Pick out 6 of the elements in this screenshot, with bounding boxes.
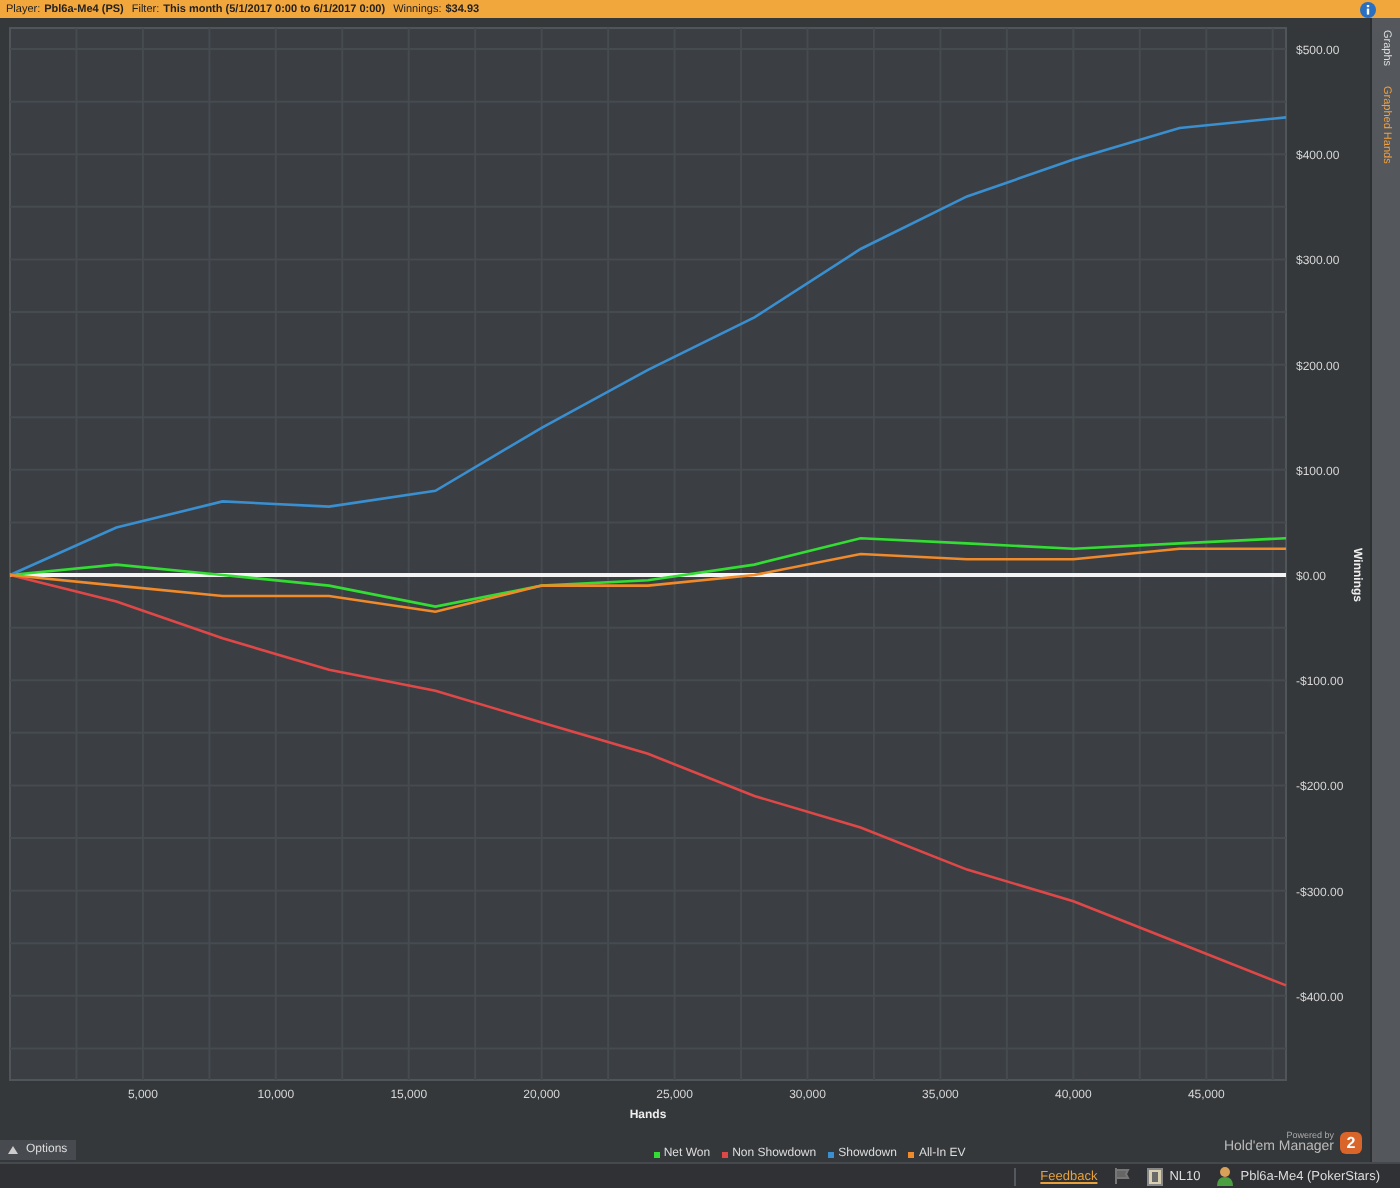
caret-icon: [8, 1146, 18, 1154]
table-icon[interactable]: [1145, 1167, 1164, 1185]
logo-badge: 2: [1340, 1131, 1362, 1153]
info-icon[interactable]: [1360, 1, 1376, 17]
player-icon[interactable]: [1216, 1166, 1235, 1186]
flag-icon[interactable]: [1113, 1168, 1130, 1184]
